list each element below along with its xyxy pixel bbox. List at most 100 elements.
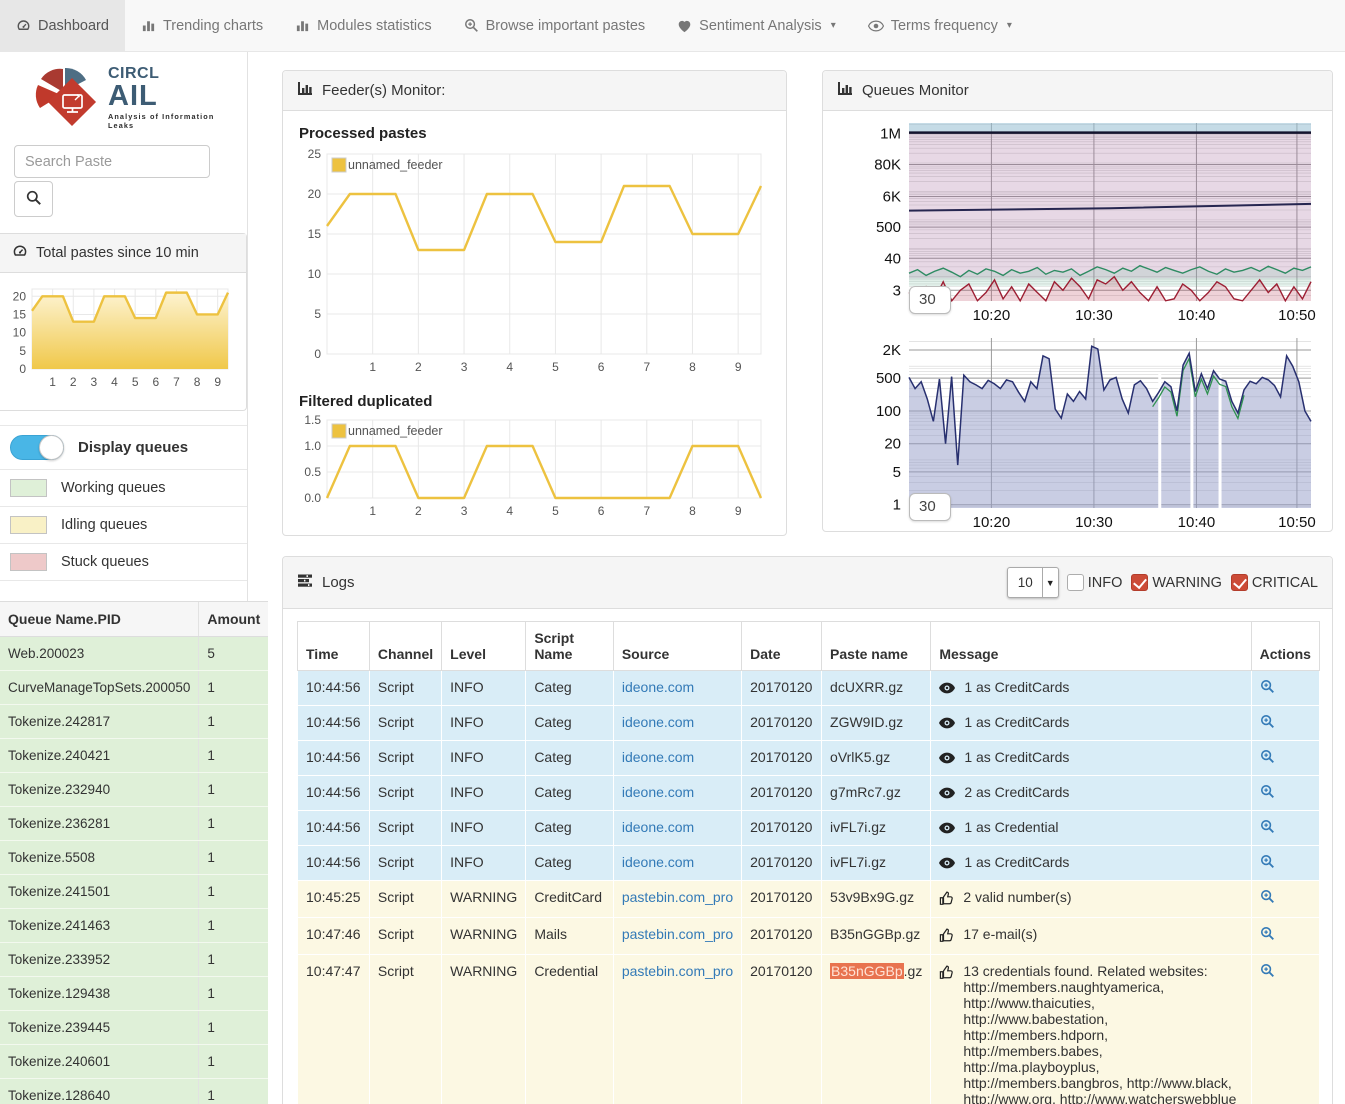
range-input-2[interactable]: 30: [909, 493, 951, 521]
log-row: 10:44:56ScriptINFOCategideone.com2017012…: [298, 776, 1320, 811]
log-actions: [1251, 846, 1319, 881]
log-channel: Script: [369, 706, 441, 741]
show-paste-button[interactable]: [1260, 749, 1275, 764]
svg-text:4: 4: [506, 504, 513, 518]
nav-sentiment-analysis[interactable]: Sentiment Analysis▾: [661, 0, 852, 51]
log-paste-name: g7mRc7.gz: [822, 776, 931, 811]
show-paste-button[interactable]: [1260, 714, 1275, 729]
filter-info[interactable]: INFO: [1067, 574, 1123, 591]
nav-browse-important-pastes[interactable]: Browse important pastes: [448, 0, 662, 51]
nav-dashboard[interactable]: Dashboard: [0, 0, 125, 51]
thumb-icon: [939, 928, 954, 946]
nav-terms-frequency[interactable]: Terms frequency▾: [852, 0, 1028, 51]
svg-text:10:20: 10:20: [973, 514, 1011, 531]
source-link[interactable]: ideone.com: [622, 714, 694, 730]
svg-text:3: 3: [461, 360, 468, 374]
filter-warning[interactable]: WARNING: [1131, 574, 1222, 591]
log-level: WARNING: [442, 881, 526, 918]
svg-text:10:30: 10:30: [1075, 514, 1113, 531]
source-link[interactable]: ideone.com: [622, 854, 694, 870]
queue-row: Tokenize.2362811: [0, 807, 268, 841]
logs-col-header: Script Name: [526, 622, 614, 671]
queue-cell: 1: [199, 1011, 268, 1045]
nav-modules-statistics[interactable]: Modules statistics: [279, 0, 447, 51]
svg-text:0: 0: [314, 347, 321, 361]
filter-critical[interactable]: CRITICAL: [1231, 574, 1318, 591]
log-paste-name: ivFL7i.gz: [822, 811, 931, 846]
log-source: pastebin.com_pro: [613, 955, 741, 1104]
svg-text:0.0: 0.0: [304, 491, 321, 505]
log-channel: Script: [369, 741, 441, 776]
log-time: 10:44:56: [298, 741, 370, 776]
show-paste-button[interactable]: [1260, 963, 1275, 978]
display-queues-toggle[interactable]: [10, 435, 64, 460]
source-link[interactable]: ideone.com: [622, 749, 694, 765]
feeder-monitor-panel: Feeder(s) Monitor: Processed pastes 0510…: [282, 70, 787, 536]
search-input[interactable]: [14, 145, 210, 178]
log-channel: Script: [369, 846, 441, 881]
svg-text:100: 100: [876, 403, 901, 420]
log-message: 1 as CreditCards: [931, 846, 1251, 881]
sidebar: CIRCL AIL Analysis of Information Leaks …: [0, 52, 248, 1104]
search-button[interactable]: [14, 181, 53, 217]
log-message: 2 valid number(s): [931, 881, 1251, 918]
log-actions: [1251, 776, 1319, 811]
show-paste-button[interactable]: [1260, 679, 1275, 694]
svg-text:0: 0: [19, 362, 26, 376]
source-link[interactable]: pastebin.com_pro: [622, 963, 733, 979]
page-size-select[interactable]: 10 ▼: [1007, 567, 1059, 598]
queue-cell: Tokenize.236281: [0, 807, 199, 841]
svg-text:10:20: 10:20: [973, 307, 1011, 324]
log-date: 20170120: [742, 846, 822, 881]
show-paste-button[interactable]: [1260, 854, 1275, 869]
log-script: Categ: [526, 741, 614, 776]
svg-text:6: 6: [598, 504, 605, 518]
queue-row: Tokenize.2415011: [0, 875, 268, 909]
source-link[interactable]: pastebin.com_pro: [622, 926, 733, 942]
source-link[interactable]: pastebin.com_pro: [622, 889, 733, 905]
legend-label: Stuck queues: [61, 554, 149, 570]
svg-text:1.0: 1.0: [304, 439, 321, 453]
svg-text:5: 5: [893, 464, 901, 481]
filter-label: WARNING: [1152, 575, 1222, 591]
nav-trending-charts[interactable]: Trending charts: [125, 0, 279, 51]
svg-text:10:30: 10:30: [1075, 307, 1113, 324]
source-link[interactable]: ideone.com: [622, 679, 694, 695]
queue-cell: 1: [199, 909, 268, 943]
eye-solid-icon: [939, 786, 955, 802]
queue-cell: Tokenize.240601: [0, 1045, 199, 1079]
show-paste-button[interactable]: [1260, 926, 1275, 941]
log-script: CreditCard: [526, 881, 614, 918]
queue-cell: Tokenize.239445: [0, 1011, 199, 1045]
range-input-1[interactable]: 30: [909, 286, 951, 314]
eye-icon: [868, 20, 884, 32]
show-paste-button[interactable]: [1260, 819, 1275, 834]
search-icon: [26, 190, 42, 209]
log-level: WARNING: [442, 918, 526, 955]
log-message: 17 e-mail(s): [931, 918, 1251, 955]
svg-text:unnamed_feeder: unnamed_feeder: [348, 424, 443, 438]
svg-text:7: 7: [643, 360, 650, 374]
queue-cell: Tokenize.128640: [0, 1079, 199, 1104]
logs-panel: Logs 10 ▼ INFOWARNINGCRITICAL TimeChanne…: [282, 556, 1333, 1104]
show-paste-button[interactable]: [1260, 889, 1275, 904]
log-channel: Script: [369, 918, 441, 955]
source-link[interactable]: ideone.com: [622, 819, 694, 835]
svg-text:3: 3: [91, 375, 98, 389]
svg-text:4: 4: [506, 360, 513, 374]
log-row: 10:44:56ScriptINFOCategideone.com2017012…: [298, 706, 1320, 741]
legend-label: Working queues: [61, 480, 166, 496]
svg-text:20: 20: [308, 187, 322, 201]
source-link[interactable]: ideone.com: [622, 784, 694, 800]
log-source: ideone.com: [613, 811, 741, 846]
svg-text:1M: 1M: [880, 125, 901, 142]
log-source: ideone.com: [613, 706, 741, 741]
log-script: Categ: [526, 706, 614, 741]
nav-label: Modules statistics: [317, 18, 431, 34]
svg-text:8: 8: [689, 504, 696, 518]
show-paste-button[interactable]: [1260, 784, 1275, 799]
queues-flow-chart: 30 15201005002K10:2010:3010:4010:50: [833, 332, 1322, 537]
svg-text:1.5: 1.5: [304, 413, 321, 427]
queue-cell: Tokenize.232940: [0, 773, 199, 807]
svg-text:5: 5: [132, 375, 139, 389]
